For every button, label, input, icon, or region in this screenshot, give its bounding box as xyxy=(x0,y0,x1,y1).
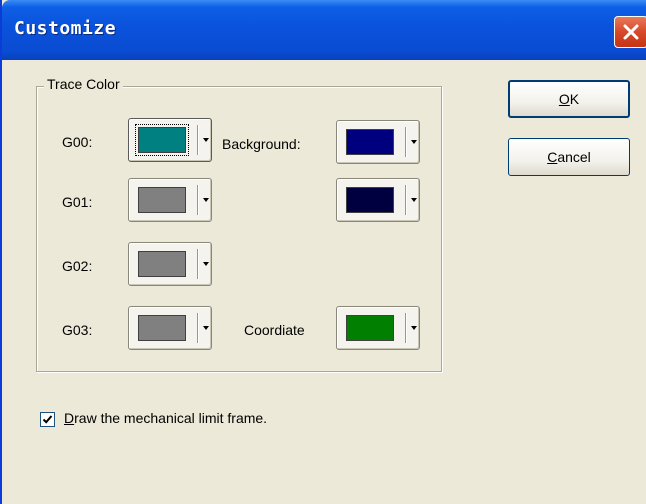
divider xyxy=(197,125,198,155)
g00-label: G00: xyxy=(62,134,93,150)
trace-color-legend: Trace Color xyxy=(44,76,123,92)
cancel-button[interactable]: Cancel xyxy=(508,138,630,176)
chevron-down-icon xyxy=(203,138,209,142)
customize-dialog: Customize Trace Color G00: G01: G02: G03… xyxy=(0,0,646,504)
ok-label: K xyxy=(569,91,580,107)
g01-color-swatch xyxy=(138,187,186,213)
g03-label: G03: xyxy=(62,322,93,338)
g01-color-button[interactable] xyxy=(128,178,212,222)
divider xyxy=(197,313,198,343)
g00-color-button[interactable] xyxy=(128,118,212,162)
title-bar[interactable]: Customize xyxy=(2,0,646,60)
cancel-mnemonic: C xyxy=(547,149,558,165)
g02-color-swatch xyxy=(138,251,186,277)
background-color-button[interactable] xyxy=(336,120,420,164)
background-label: Background: xyxy=(222,136,301,152)
chevron-down-icon xyxy=(411,198,417,202)
g00-color-swatch xyxy=(135,124,189,156)
checkmark-icon xyxy=(42,415,53,424)
g02-color-button[interactable] xyxy=(128,242,212,286)
g02-label: G02: xyxy=(62,258,93,274)
ok-button[interactable]: OK xyxy=(508,80,630,118)
ok-mnemonic: O xyxy=(558,91,570,107)
divider xyxy=(405,313,406,343)
g03-color-swatch xyxy=(138,315,186,341)
draw-limit-checkbox[interactable] xyxy=(40,412,55,427)
g01-label: G01: xyxy=(62,194,93,210)
close-icon xyxy=(623,24,639,40)
chevron-down-icon xyxy=(411,140,417,144)
divider xyxy=(197,185,198,215)
background2-color-button[interactable] xyxy=(336,178,420,222)
background-color-swatch xyxy=(346,129,394,155)
divider xyxy=(405,127,406,157)
g03-color-button[interactable] xyxy=(128,306,212,350)
coordinate-label: Coordiate xyxy=(244,322,305,338)
coordinate-color-swatch xyxy=(346,315,394,341)
draw-limit-mnemonic: D xyxy=(64,410,75,426)
coordinate-color-button[interactable] xyxy=(336,306,420,350)
draw-limit-label[interactable]: Draw the mechanical limit frame. xyxy=(64,410,267,426)
close-button[interactable] xyxy=(614,16,646,48)
background2-color-swatch xyxy=(346,187,394,213)
draw-limit-text: raw the mechanical limit frame. xyxy=(74,410,268,426)
divider xyxy=(197,249,198,279)
divider xyxy=(405,185,406,215)
cancel-label: ancel xyxy=(557,149,591,165)
chevron-down-icon xyxy=(203,198,209,202)
window-title: Customize xyxy=(14,18,117,39)
chevron-down-icon xyxy=(203,262,209,266)
chevron-down-icon xyxy=(203,326,209,330)
chevron-down-icon xyxy=(411,326,417,330)
